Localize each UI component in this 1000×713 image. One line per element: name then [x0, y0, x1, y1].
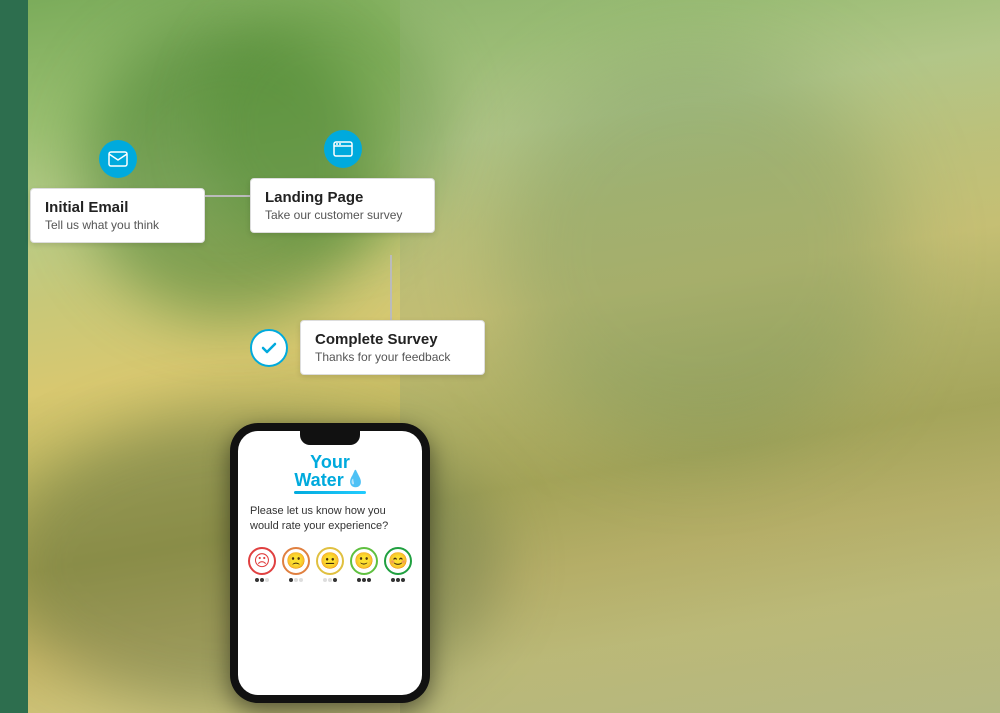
emoji-dot	[323, 578, 327, 582]
emoji-rating-row: ☹ 🙁 😐	[250, 547, 410, 582]
phone-notch	[300, 431, 360, 445]
step2-title: Landing Page	[265, 189, 420, 206]
step2-area: Landing Page Take our customer survey	[250, 130, 435, 233]
water-drop-icon: 💧	[346, 472, 366, 488]
check-icon-circle	[250, 329, 288, 367]
emoji-face-3: 😐	[316, 547, 344, 575]
logo-underline	[294, 491, 365, 494]
phone-logo-your: Your	[294, 453, 365, 471]
emoji-dot	[367, 578, 371, 582]
emoji-dot	[265, 578, 269, 582]
emoji-item-3[interactable]: 😐	[316, 547, 344, 582]
emoji-dot	[391, 578, 395, 582]
emoji-dot	[357, 578, 361, 582]
green-sidebar-accent	[0, 0, 28, 713]
emoji-item-4[interactable]: 🙂	[350, 547, 378, 582]
phone-logo: Your Water 💧	[294, 453, 365, 494]
emoji-dot	[401, 578, 405, 582]
step2-subtitle: Take our customer survey	[265, 208, 420, 222]
step3-title: Complete Survey	[315, 331, 470, 348]
email-icon-circle	[99, 140, 137, 178]
check-icon	[259, 338, 279, 358]
emoji-face-2: 🙁	[282, 547, 310, 575]
emoji-item-1[interactable]: ☹	[248, 547, 276, 582]
emoji-dot	[333, 578, 337, 582]
emoji-dots-3	[323, 578, 337, 582]
browser-icon	[333, 141, 353, 157]
emoji-face-1: ☹	[248, 547, 276, 575]
step3-subtitle: Thanks for your feedback	[315, 350, 470, 364]
step3-area: Complete Survey Thanks for your feedback	[250, 320, 485, 375]
emoji-dots-4	[357, 578, 371, 582]
emoji-dot	[294, 578, 298, 582]
phone-question: Please let us know how you would rate yo…	[250, 504, 410, 535]
emoji-dot	[255, 578, 259, 582]
emoji-dot	[289, 578, 293, 582]
emoji-face-4: 🙂	[350, 547, 378, 575]
phone-mockup: Your Water 💧 Please let us know how you …	[230, 423, 430, 703]
emoji-dots-1	[255, 578, 269, 582]
emoji-dots-5	[391, 578, 405, 582]
emoji-dot	[328, 578, 332, 582]
emoji-dots-2	[289, 578, 303, 582]
emoji-dot	[260, 578, 264, 582]
emoji-item-5[interactable]: 😊	[384, 547, 412, 582]
step1-area: Initial Email Tell us what you think	[30, 140, 205, 243]
step2-card: Landing Page Take our customer survey	[250, 178, 435, 233]
step1-card: Initial Email Tell us what you think	[30, 188, 205, 243]
emoji-dot	[396, 578, 400, 582]
email-icon	[108, 151, 128, 167]
emoji-dot	[299, 578, 303, 582]
emoji-item-2[interactable]: 🙁	[282, 547, 310, 582]
browser-icon-circle	[324, 130, 362, 168]
step3-card: Complete Survey Thanks for your feedback	[300, 320, 485, 375]
emoji-dot	[362, 578, 366, 582]
step1-subtitle: Tell us what you think	[45, 218, 190, 232]
step1-title: Initial Email	[45, 199, 190, 216]
phone-logo-water-text: Water	[294, 471, 343, 489]
emoji-face-5: 😊	[384, 547, 412, 575]
phone-logo-water: Water 💧	[294, 471, 365, 489]
phone-screen: Your Water 💧 Please let us know how you …	[238, 431, 422, 695]
